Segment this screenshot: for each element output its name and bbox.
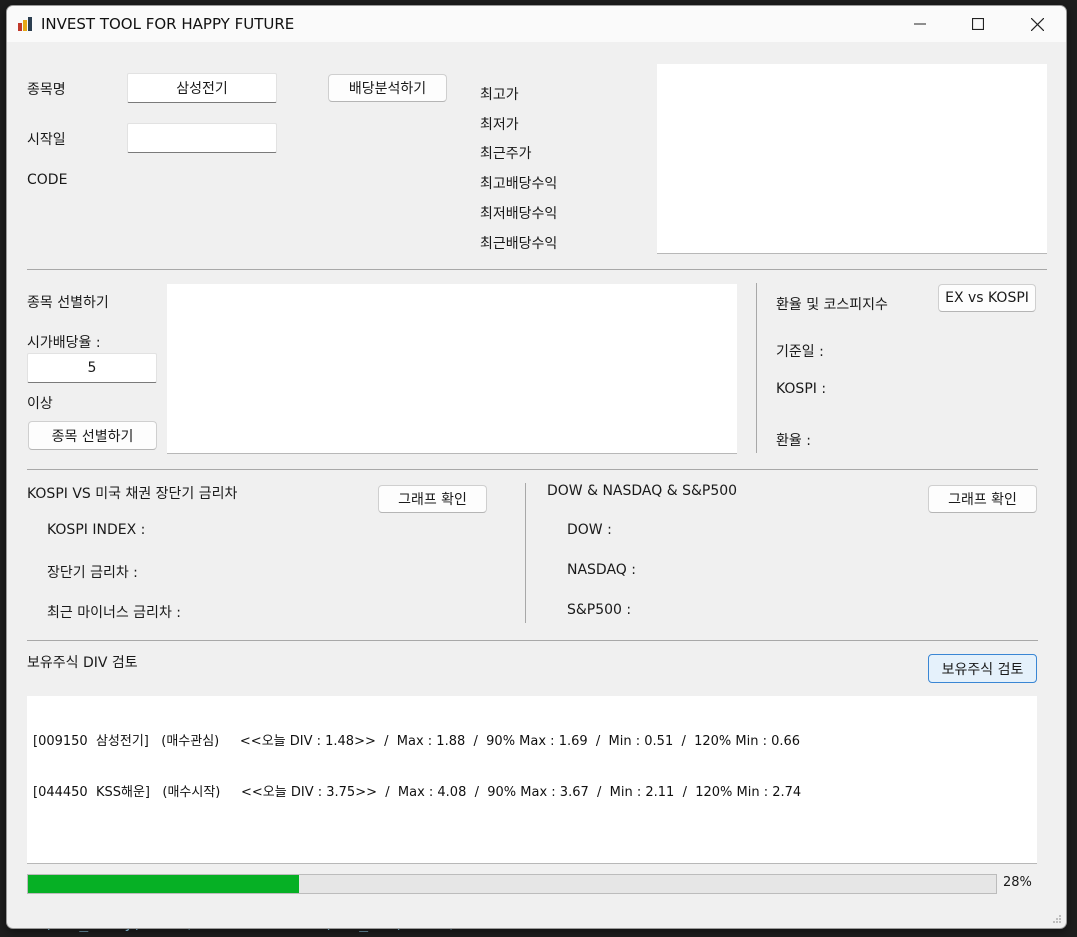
divider <box>27 469 1038 470</box>
stat-label-high-price: 최고가 <box>480 87 519 103</box>
dividend-yield-input[interactable]: 5 <box>27 353 157 383</box>
divider <box>756 283 757 453</box>
minimize-button[interactable] <box>891 6 949 42</box>
holdings-log-box[interactable]: [009150 삼성전기] (매수관심) <<오늘 DIV : 1.48>> /… <box>27 696 1037 864</box>
stock-name-label: 종목명 <box>27 82 66 98</box>
divider <box>525 483 526 623</box>
progress-fill <box>28 875 300 893</box>
us-index-graph-button[interactable]: 그래프 확인 <box>928 485 1037 513</box>
progress-label: 28% <box>1003 875 1032 890</box>
spread-title: KOSPI VS 미국 채권 장단기 금리차 <box>27 486 238 502</box>
stock-chart-area <box>657 64 1047 254</box>
screening-result-list[interactable] <box>167 284 737 454</box>
stat-label-low-div-yield: 최저배당수익 <box>480 206 558 222</box>
divider <box>27 269 1047 270</box>
title-bar[interactable]: INVEST TOOL FOR HAPPY FUTURE <box>7 6 1066 42</box>
above-label: 이상 <box>27 396 53 412</box>
window-title: INVEST TOOL FOR HAPPY FUTURE <box>41 15 295 33</box>
kospi-index-label: KOSPI INDEX : <box>47 522 146 538</box>
nasdaq-label: NASDAQ : <box>567 562 636 578</box>
close-button[interactable] <box>1008 6 1066 42</box>
stat-label-low-price: 최저가 <box>480 117 519 133</box>
resize-grip-icon[interactable] <box>1052 914 1062 924</box>
screening-title: 종목 선별하기 <box>27 295 109 311</box>
exchange-rate-label: 환율 : <box>776 433 811 449</box>
recent-negative-spread-label: 최근 마이너스 금리차 : <box>47 605 181 621</box>
code-label: CODE <box>27 172 68 188</box>
dow-label: DOW : <box>567 522 612 538</box>
holdings-title: 보유주식 DIV 검토 <box>27 655 138 671</box>
stat-label-recent-price: 최근주가 <box>480 146 532 162</box>
review-holdings-button[interactable]: 보유주식 검토 <box>928 654 1037 683</box>
minimize-icon <box>914 23 926 25</box>
stat-label-high-div-yield: 최고배당수익 <box>480 176 558 192</box>
spread-graph-button[interactable]: 그래프 확인 <box>378 485 487 513</box>
stat-label-recent-div-yield: 최근배당수익 <box>480 236 558 252</box>
sp500-label: S&P500 : <box>567 602 632 618</box>
progress-bar <box>27 874 997 894</box>
fx-kospi-title: 환율 및 코스피지수 <box>776 297 888 313</box>
dividend-yield-label: 시가배당율 : <box>27 335 101 351</box>
app-window: INVEST TOOL FOR HAPPY FUTURE 종목명 삼성전기 배당… <box>6 5 1067 929</box>
base-date-label: 기준일 : <box>776 344 824 360</box>
us-index-title: DOW & NASDAQ & S&P500 <box>547 483 738 499</box>
maximize-icon <box>972 18 984 30</box>
kospi-label: KOSPI : <box>776 381 827 397</box>
start-date-label: 시작일 <box>27 132 66 148</box>
maximize-button[interactable] <box>949 6 1007 42</box>
screen-stocks-button[interactable]: 종목 선별하기 <box>28 421 157 450</box>
rate-spread-label: 장단기 금리차 : <box>47 565 138 581</box>
log-line: [009150 삼성전기] (매수관심) <<오늘 DIV : 1.48>> /… <box>33 734 801 749</box>
app-icon <box>18 17 32 31</box>
close-icon <box>1030 17 1044 31</box>
stock-name-input[interactable]: 삼성전기 <box>127 73 277 103</box>
divider <box>27 640 1038 641</box>
ex-vs-kospi-button[interactable]: EX vs KOSPI <box>938 284 1036 312</box>
analyze-dividend-button[interactable]: 배당분석하기 <box>328 74 447 102</box>
start-date-input[interactable] <box>127 123 277 153</box>
log-line: [044450 KSS해운] (매수시작) <<오늘 DIV : 3.75>> … <box>33 785 802 800</box>
